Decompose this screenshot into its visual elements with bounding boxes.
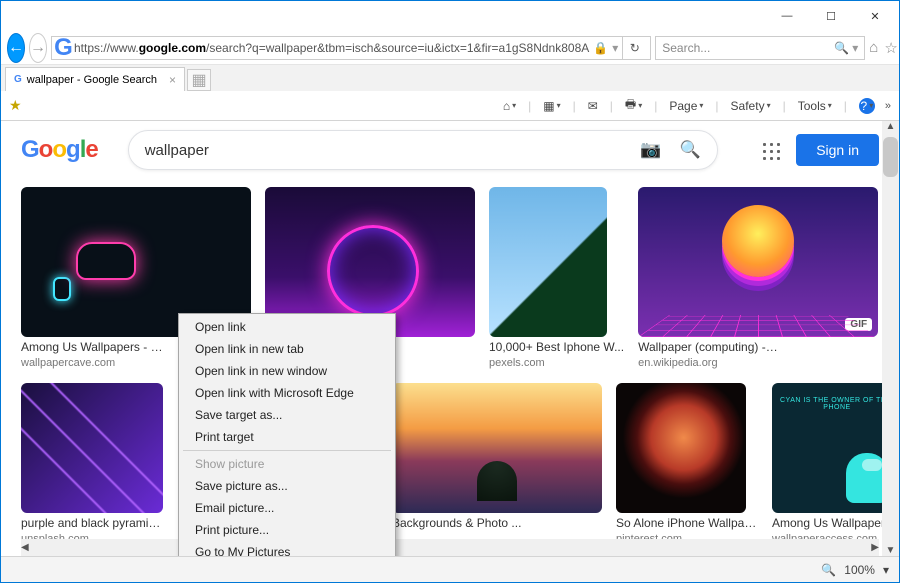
ctx-print-target[interactable]: Print target [181,426,393,448]
ctx-go-my-pictures[interactable]: Go to My Pictures [181,541,393,556]
result-thumbnail[interactable] [616,383,746,513]
search-icon: 🔍 [834,41,849,55]
favorites-star-icon[interactable]: ★ [9,97,22,114]
result-title: Among Us Wallpapers - Wall [21,340,163,354]
favorites-icon[interactable]: ☆ [884,39,897,57]
tab-close-icon[interactable]: × [169,73,176,87]
image-results-grid: Among Us Wallpapers - Wall wallpapercave… [1,179,899,553]
context-menu: Open link Open link in new tab Open link… [178,313,396,556]
url-text: https://www.google.com/search?q=wallpape… [74,41,589,55]
vertical-scrollbar[interactable]: ▲▼ [882,121,899,556]
image-result[interactable]: GIF Wallpaper (computing) - Wikipedia en… [638,187,878,369]
result-title: Wallpaper (computing) - Wikipedia [638,340,780,354]
zoom-level: 100% [844,563,875,577]
ctx-open-new-tab[interactable]: Open link in new tab [181,338,393,360]
window-maximize-button[interactable]: ☐ [809,2,853,30]
browser-tab[interactable]: G wallpaper - Google Search × [5,67,185,91]
ctx-save-target[interactable]: Save target as... [181,404,393,426]
browser-tab-bar: G wallpaper - Google Search × ▦ [1,65,899,91]
result-thumbnail[interactable]: GIF [638,187,878,337]
cmd-page-menu[interactable]: Page [669,99,703,113]
search-placeholder: Search... [662,41,834,55]
forward-button[interactable]: → [29,33,47,63]
cmd-mail-button[interactable]: ✉ [588,99,598,113]
result-title: Among Us Wallpapers -... [772,516,899,530]
cmd-print-button[interactable]: 🖶 [625,95,642,116]
cmd-feeds-button[interactable]: ▦ [543,99,560,113]
ctx-open-edge[interactable]: Open link with Microsoft Edge [181,382,393,404]
refresh-button[interactable]: ↻ [622,37,646,59]
google-search-icon[interactable]: 🔍 [680,140,701,160]
new-tab-button[interactable]: ▦ [187,69,211,91]
window-close-button[interactable]: ✕ [853,2,897,30]
google-logo[interactable]: Google [21,136,98,164]
result-title: purple and black pyramid wa [21,516,163,530]
home-icon[interactable]: ⌂ [869,39,878,57]
image-result[interactable]: purple and black pyramid wa unsplash.com [21,383,163,545]
cmd-home-button[interactable]: ⌂ [503,99,516,113]
ctx-save-picture[interactable]: Save picture as... [181,475,393,497]
google-apps-icon[interactable] [760,140,780,160]
cmd-help-button[interactable]: ? [859,98,875,114]
ie-command-bar: ★ ⌂| ▦| ✉| 🖶| Page| Safety| Tools| ? » [1,91,899,121]
tab-title: wallpaper - Google Search [27,74,157,86]
result-title: Backgrounds & Photo ... [392,516,534,530]
ctx-show-picture: Show picture [181,453,393,475]
image-result[interactable]: 10,000+ Best Iphone W... pexels.com [489,187,624,369]
result-source: en.wikipedia.org [638,357,878,369]
lock-icon: 🔒 [593,41,608,55]
window-titlebar: — ☐ ✕ [1,1,899,31]
image-result[interactable]: So Alone iPhone Wallpaper -... pinterest… [616,383,758,545]
page-content: Google wallpaper 📷 🔍 Sign in Among Us Wa… [1,121,899,556]
gif-badge: GIF [845,318,872,331]
result-source: pexels.com [489,357,624,369]
address-bar[interactable]: G https://www.google.com/search?q=wallpa… [51,36,651,60]
horizontal-scrollbar[interactable]: ◀▶ [21,539,879,556]
camera-icon[interactable]: 📷 [640,140,661,160]
search-term: wallpaper [145,142,641,159]
zoom-icon[interactable]: 🔍 [821,563,836,577]
ctx-open-new-window[interactable]: Open link in new window [181,360,393,382]
google-search-box[interactable]: wallpaper 📷 🔍 [128,130,718,170]
result-title: So Alone iPhone Wallpaper -... [616,516,758,530]
cmd-tools-menu[interactable]: Tools [798,99,832,113]
cmd-safety-menu[interactable]: Safety [731,99,771,113]
result-thumbnail[interactable]: CYAN IS THE OWNER OF THIS PHONE [772,383,899,513]
site-favicon: G [56,41,70,55]
result-title: 10,000+ Best Iphone W... [489,340,624,354]
result-thumbnail[interactable] [21,383,163,513]
zoom-dropdown-icon[interactable]: ▾ [883,563,889,577]
image-result[interactable]: Backgrounds & Photo ... [392,383,602,545]
status-bar: 🔍 100% ▾ [1,556,899,582]
browser-nav-bar: ← → G https://www.google.com/search?q=wa… [1,31,899,65]
image-result[interactable]: CYAN IS THE OWNER OF THIS PHONE Among Us… [772,383,899,545]
browser-search-box[interactable]: Search... 🔍 ▾ [655,36,865,60]
ctx-email-picture[interactable]: Email picture... [181,497,393,519]
sign-in-button[interactable]: Sign in [796,134,879,166]
result-thumbnail[interactable] [392,383,602,513]
window-minimize-button[interactable]: — [765,2,809,30]
ctx-open-link[interactable]: Open link [181,316,393,338]
ctx-print-picture[interactable]: Print picture... [181,519,393,541]
result-thumbnail[interactable] [489,187,607,337]
google-header: Google wallpaper 📷 🔍 Sign in [1,121,899,179]
cmd-overflow-icon[interactable]: » [885,100,891,112]
back-button[interactable]: ← [7,33,25,63]
